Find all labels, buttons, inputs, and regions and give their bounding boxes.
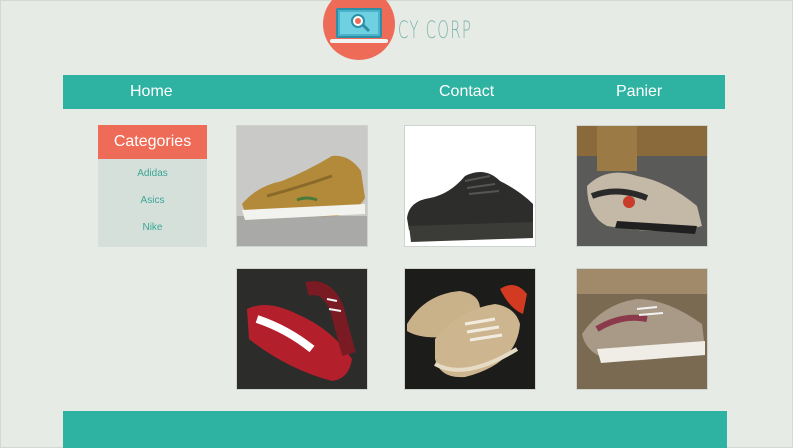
shoe-image-tan-suede[interactable] bbox=[404, 268, 536, 390]
categories-title: Categories bbox=[98, 125, 207, 159]
nav-contact-link[interactable]: Contact bbox=[439, 75, 494, 109]
shoe-image-grey-pink[interactable] bbox=[576, 268, 708, 390]
computer-magnifier-icon bbox=[336, 8, 382, 38]
categories-list: Adidas Asics Nike bbox=[98, 159, 207, 247]
nav-home-link[interactable]: Home bbox=[130, 75, 173, 109]
shoe-image-gold-runner[interactable] bbox=[236, 125, 368, 247]
category-nike[interactable]: Nike bbox=[98, 222, 207, 233]
main-nav: Home Contact Panier bbox=[63, 75, 725, 109]
shoe-image-black-knit[interactable] bbox=[404, 125, 536, 247]
nav-panier-link[interactable]: Panier bbox=[616, 75, 662, 109]
shoe-image-red-white[interactable] bbox=[236, 268, 368, 390]
brand-name: CY CORP bbox=[398, 16, 473, 44]
category-adidas[interactable]: Adidas bbox=[98, 168, 207, 179]
logo-stand bbox=[330, 39, 388, 43]
shoe-image-grey-red-on-feet[interactable] bbox=[576, 125, 708, 247]
category-asics[interactable]: Asics bbox=[98, 195, 207, 206]
footer-bar bbox=[63, 411, 727, 448]
